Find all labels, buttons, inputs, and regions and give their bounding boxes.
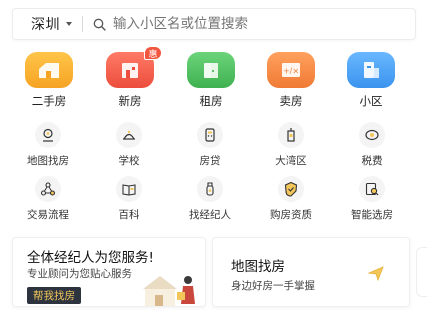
divider [82, 16, 83, 32]
category-community[interactable]: 小区 [336, 52, 406, 109]
category-new-house[interactable]: 惠 新房 [95, 46, 165, 109]
tool-mortgage[interactable]: 房贷 [170, 122, 250, 168]
search-bar[interactable]: 深圳 [12, 8, 416, 40]
category-label: 新房 [118, 94, 142, 108]
greater-bay-area-icon [278, 122, 304, 148]
mortgage-icon [197, 122, 223, 148]
transaction-flow-icon [35, 176, 61, 202]
chevron-down-icon[interactable] [66, 22, 72, 26]
encyclopedia-icon [116, 176, 142, 202]
city-name[interactable]: 深圳 [31, 14, 60, 34]
tool-label: 地图找房 [27, 155, 69, 167]
search-input[interactable] [113, 16, 415, 32]
tool-label: 学校 [118, 155, 140, 167]
map-search-card[interactable]: 地图找房 身边好房一手掌握 [212, 237, 410, 307]
rent-icon [187, 52, 235, 88]
category-rent[interactable]: 租房 [176, 52, 246, 109]
tool-label: 大湾区 [275, 155, 307, 167]
tool-smart-select[interactable]: 智能选房 [332, 176, 412, 222]
agent-service-card[interactable]: 全体经纪人为您服务! 专业顾问为您贴心服务 帮我找房 [12, 237, 206, 307]
community-icon [347, 52, 395, 88]
navigation-arrow-icon [367, 266, 384, 282]
category-label: 卖房 [279, 94, 303, 108]
promo-badge: 惠 [144, 46, 162, 60]
agent-card-title: 全体经纪人为您服务! [27, 250, 154, 266]
category-label: 小区 [359, 94, 383, 108]
tool-label: 智能选房 [351, 209, 393, 221]
main-categories: 二手房 惠 新房 租房 +/× 卖房 小区 [0, 46, 427, 110]
city-selector[interactable]: 深圳 [13, 9, 72, 39]
tool-label: 百科 [118, 209, 140, 221]
tools-row-1: 地图找房 学校 房贷 大湾区 税费 [0, 122, 427, 167]
sell-house-icon: +/× [267, 52, 315, 88]
tool-school[interactable]: 学校 [89, 122, 169, 168]
tax-icon [359, 122, 385, 148]
tool-tax[interactable]: 税费 [332, 122, 412, 168]
map-search-icon [35, 122, 61, 148]
next-card-peek [416, 247, 427, 297]
tool-label: 税费 [361, 155, 383, 167]
school-icon [116, 122, 142, 148]
tool-encyclopedia[interactable]: 百科 [89, 176, 169, 222]
tool-greater-bay[interactable]: 大湾区 [251, 122, 331, 168]
tool-label: 找经纪人 [189, 209, 231, 221]
new-house-icon: 惠 [106, 46, 162, 88]
house-illustration-icon [143, 276, 195, 306]
smart-select-icon [359, 176, 385, 202]
category-second-hand[interactable]: 二手房 [14, 52, 84, 109]
tool-find-agent[interactable]: 找经纪人 [170, 176, 250, 222]
map-card-subtitle: 身边好房一手掌握 [231, 280, 315, 292]
search-icon [93, 17, 107, 31]
second-hand-house-icon [25, 52, 73, 88]
tool-map-search[interactable]: 地图找房 [8, 122, 88, 168]
tool-label: 购房资质 [270, 209, 312, 221]
tools-row-2: 交易流程 百科 找经纪人 购房资质 智能选房 [0, 176, 427, 221]
agent-card-subtitle: 专业顾问为您贴心服务 [27, 268, 132, 280]
tool-purchase-qualification[interactable]: 购房资质 [251, 176, 331, 222]
category-label: 二手房 [31, 94, 67, 108]
help-find-house-button[interactable]: 帮我找房 [27, 287, 81, 304]
map-card-title: 地图找房 [231, 259, 285, 275]
tool-transaction-flow[interactable]: 交易流程 [8, 176, 88, 222]
svg-text:+/×: +/× [283, 67, 299, 76]
purchase-qualification-icon [278, 176, 304, 202]
find-agent-icon [197, 176, 223, 202]
category-label: 租房 [199, 94, 223, 108]
tool-label: 房贷 [199, 155, 221, 167]
tool-label: 交易流程 [27, 209, 69, 221]
category-sell[interactable]: +/× 卖房 [256, 52, 326, 109]
